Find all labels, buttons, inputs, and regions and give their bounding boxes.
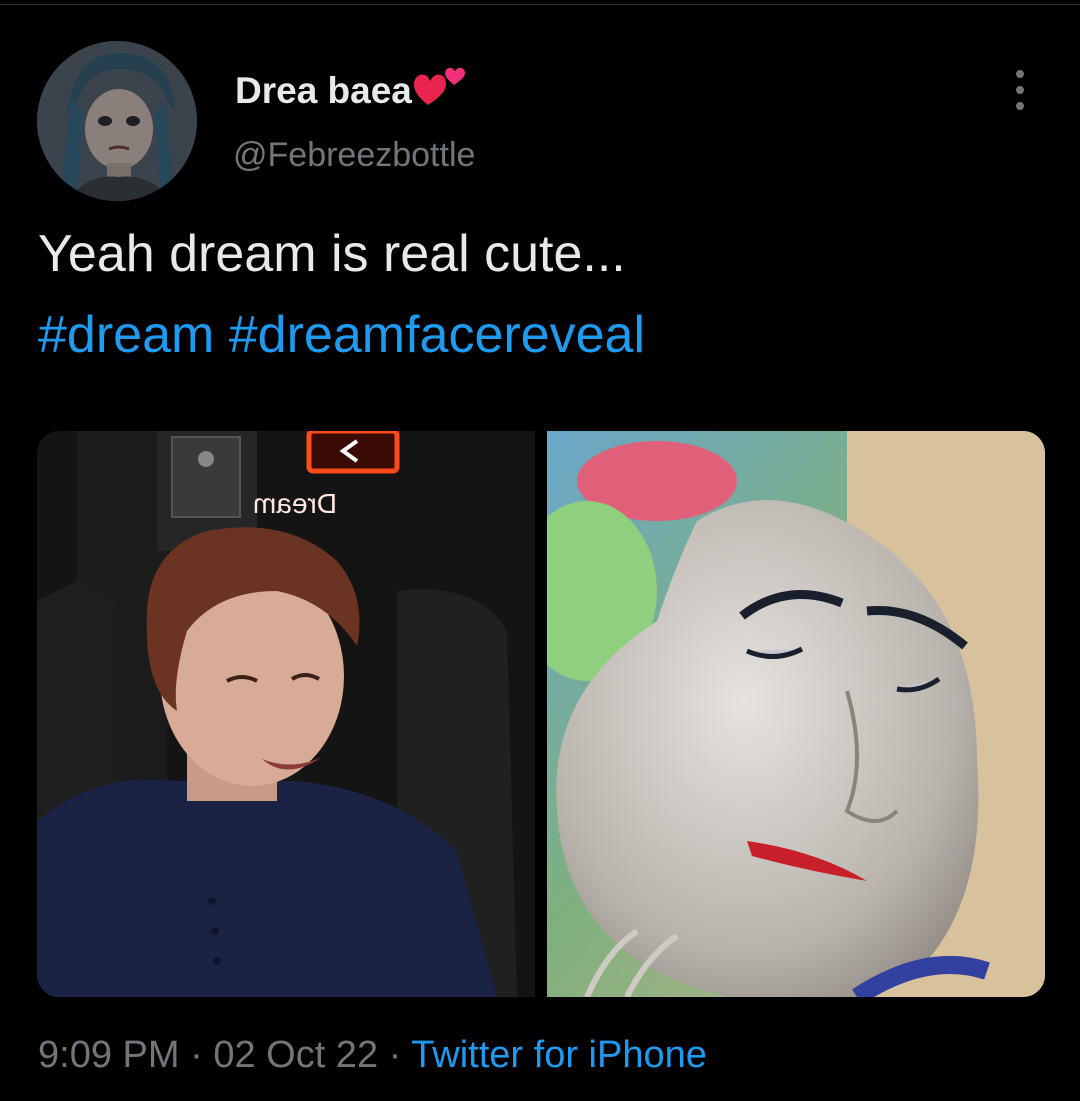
tweet: Drea baea @Febreezbottle Yeah dream is r…: [0, 0, 1080, 1101]
more-dot-icon: [1016, 70, 1024, 78]
more-options-button[interactable]: [1004, 70, 1036, 110]
photo-streamer[interactable]: Dream: [37, 431, 535, 997]
tweet-text: Yeah dream is real cute...: [38, 225, 626, 283]
meta-separator: ·: [190, 1034, 203, 1076]
tweet-date[interactable]: 02 Oct 22: [213, 1034, 378, 1076]
neon-sign-text: Dream: [253, 488, 337, 519]
photo-meme-face[interactable]: [547, 431, 1045, 997]
tweet-time[interactable]: 9:09 PM: [38, 1034, 180, 1076]
source-link[interactable]: Twitter for iPhone: [411, 1034, 707, 1076]
display-name[interactable]: Drea baea: [235, 67, 466, 112]
hashtag-link[interactable]: #dream: [38, 306, 214, 364]
display-name-text: Drea baea: [235, 70, 412, 111]
user-handle[interactable]: @Febreezbottle: [233, 136, 475, 175]
meta-separator: ·: [388, 1034, 402, 1076]
media-grid: Dream: [37, 431, 1045, 997]
tweet-meta: 9:09 PM · 02 Oct 22 · Twitter for iPhone: [38, 1034, 707, 1077]
more-dot-icon: [1016, 102, 1024, 110]
more-dot-icon: [1016, 86, 1024, 94]
avatar[interactable]: [37, 41, 197, 201]
hashtag-row: #dream #dreamfacereveal: [38, 303, 645, 367]
two-hearts-icon: [413, 67, 466, 107]
avatar-image: [37, 41, 197, 201]
hashtag-link[interactable]: #dreamfacereveal: [229, 306, 645, 364]
